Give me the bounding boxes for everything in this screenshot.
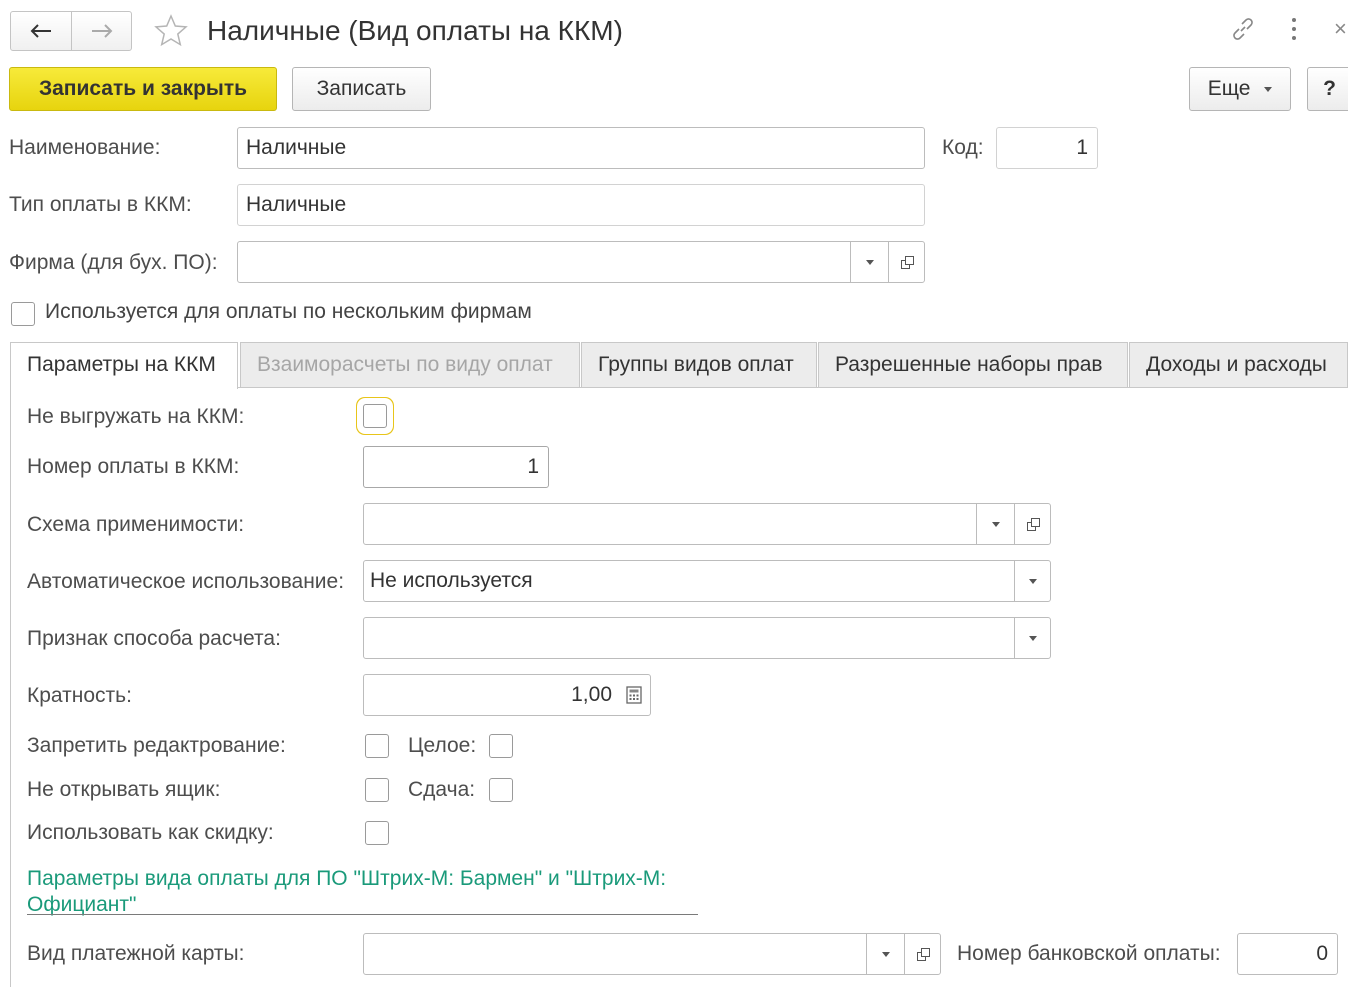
multiplicity-field[interactable]: 1,00 (363, 674, 651, 716)
payment-number-label: Номер оплаты в ККМ: (27, 455, 240, 478)
dropdown-arrow-icon (1028, 635, 1037, 641)
help-button[interactable]: ? (1307, 67, 1348, 111)
code-value: 1 (1076, 136, 1088, 159)
close-icon[interactable]: × (1334, 16, 1347, 42)
card-type-field[interactable] (363, 933, 941, 975)
bank-payment-number-value: 0 (1316, 942, 1328, 965)
card-type-dropdown-button[interactable] (866, 934, 904, 974)
firm-label: Фирма (для бух. ПО): (9, 251, 218, 274)
open-form-icon (916, 948, 930, 961)
no-drawer-checkbox[interactable] (365, 778, 389, 802)
dropdown-arrow-icon (1028, 578, 1037, 584)
scheme-label: Схема применимости: (27, 513, 245, 536)
tab-permission-sets[interactable]: Разрешенные наборы прав (818, 342, 1128, 388)
group-title: Параметры вида оплаты для ПО "Штрих-М: Б… (27, 867, 667, 916)
back-button[interactable] (11, 12, 72, 50)
multi-firm-checkbox[interactable] (11, 302, 35, 326)
forward-button[interactable] (72, 12, 131, 50)
link-icon[interactable] (1230, 16, 1256, 42)
auto-use-dropdown-button[interactable] (1014, 561, 1050, 601)
calculator-icon (626, 686, 642, 704)
bank-payment-number-field[interactable]: 0 (1237, 933, 1338, 975)
name-label: Наименование: (9, 136, 161, 159)
dropdown-arrow-icon (991, 521, 1000, 527)
save-button[interactable]: Записать (292, 67, 431, 111)
integer-label: Целое: (408, 734, 477, 757)
firm-open-button[interactable] (888, 242, 924, 282)
integer-checkbox[interactable] (489, 734, 513, 758)
multi-firm-label: Используется для оплаты по нескольким фи… (45, 300, 532, 323)
no-drawer-label: Не открывать ящик: (27, 778, 221, 801)
more-label: Еще (1207, 77, 1251, 100)
firm-field[interactable] (237, 241, 925, 283)
open-form-icon (900, 256, 914, 269)
kkm-type-label: Тип оплаты в ККМ: (9, 193, 192, 216)
forbid-edit-checkbox[interactable] (365, 734, 389, 758)
tab-settlements[interactable]: Взаиморасчеты по виду оплат (240, 342, 580, 388)
no-export-label: Не выгружать на ККМ: (27, 405, 245, 428)
calc-method-label: Признак способа расчета: (27, 627, 281, 650)
code-field[interactable]: 1 (996, 127, 1098, 169)
window-title: Наличные (Вид оплаты на ККМ) (207, 15, 623, 46)
dropdown-arrow-icon (881, 951, 890, 957)
arrow-right-icon (91, 24, 112, 38)
change-label: Сдача: (408, 778, 476, 801)
tab-line (238, 387, 1348, 388)
kkm-type-value: Наличные (246, 193, 347, 216)
code-label: Код: (942, 136, 984, 159)
as-discount-checkbox[interactable] (365, 821, 389, 845)
payment-number-value: 1 (527, 455, 539, 478)
chevron-down-icon (1264, 86, 1273, 92)
multiplicity-value: 1,00 (571, 683, 612, 706)
calc-method-select[interactable] (363, 617, 1051, 659)
scheme-dropdown-button[interactable] (976, 504, 1014, 544)
bank-payment-number-label: Номер банковской оплаты: (957, 942, 1221, 965)
tab-kkm-params[interactable]: Параметры на ККМ (10, 342, 238, 389)
more-button[interactable]: Еще (1189, 67, 1291, 111)
firm-dropdown-button[interactable] (850, 242, 888, 282)
tab-panel-border (10, 388, 11, 987)
forbid-edit-label: Запретить редактрование: (27, 734, 286, 757)
card-type-open-button[interactable] (904, 934, 940, 974)
scheme-open-button[interactable] (1014, 504, 1050, 544)
auto-use-label: Автоматическое использование: (27, 570, 345, 593)
as-discount-label: Использовать как скидку: (27, 821, 274, 844)
name-value: Наличные (246, 136, 347, 159)
no-export-checkbox[interactable] (363, 404, 387, 428)
name-field[interactable]: Наличные (237, 127, 925, 169)
group-separator (27, 914, 698, 915)
dropdown-arrow-icon (865, 259, 874, 265)
arrow-left-icon (30, 24, 51, 38)
calculator-button[interactable] (624, 685, 644, 705)
menu-dots-icon[interactable] (1291, 18, 1297, 40)
kkm-type-field[interactable]: Наличные (237, 184, 925, 226)
favorite-star-icon[interactable] (154, 14, 188, 47)
scheme-field[interactable] (363, 503, 1051, 545)
tab-payment-groups[interactable]: Группы видов оплат (581, 342, 817, 388)
nav-buttons (10, 11, 132, 51)
tab-income-expenses[interactable]: Доходы и расходы (1129, 342, 1348, 388)
payment-number-field[interactable]: 1 (363, 446, 549, 488)
open-form-icon (1026, 518, 1040, 531)
calc-method-dropdown-button[interactable] (1014, 618, 1050, 658)
auto-use-value: Не используется (370, 569, 533, 592)
save-and-close-button[interactable]: Записать и закрыть (9, 67, 277, 111)
card-type-label: Вид платежной карты: (27, 942, 245, 965)
change-checkbox[interactable] (489, 778, 513, 802)
auto-use-select[interactable]: Не используется (363, 560, 1051, 602)
multiplicity-label: Кратность: (27, 684, 132, 707)
